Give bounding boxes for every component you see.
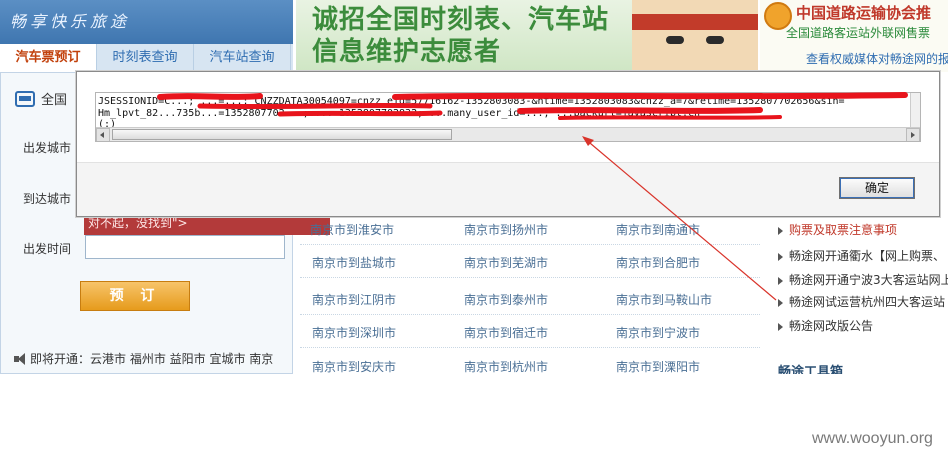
coming-soon-label: 即将开通： <box>30 352 91 366</box>
table-row: 南京市到安庆市 南京市到杭州市 南京市到溧阳市 <box>300 352 760 374</box>
mascot-eye <box>666 36 684 44</box>
tab-station[interactable]: 汽车站查询 <box>194 44 291 72</box>
route-link[interactable]: 南京市到合肥市 <box>616 254 700 271</box>
route-link[interactable]: 南京市到宁波市 <box>616 324 700 341</box>
scope-label: 全国 <box>41 93 68 108</box>
arrival-city-label: 到达城市 <box>23 192 72 206</box>
tab-timetable[interactable]: 时刻表查询 <box>97 44 194 72</box>
route-link[interactable]: 南京市到扬州市 <box>464 221 548 238</box>
route-link[interactable]: 南京市到南通市 <box>616 221 700 238</box>
cookie-text-line: Hm_lpvt_82...735b...=1352807702...; ...=… <box>98 108 701 119</box>
route-link[interactable]: 南京市到马鞍山市 <box>616 291 712 308</box>
table-row: 南京市到深圳市 南京市到宿迁市 南京市到宁波市 <box>300 318 760 348</box>
scroll-left-icon[interactable] <box>96 128 110 141</box>
mascot-eye <box>706 36 724 44</box>
media-report-link[interactable]: 查看权威媒体对畅途网的报 <box>806 50 948 67</box>
route-link[interactable]: 南京市到安庆市 <box>312 358 396 374</box>
bullet-icon <box>778 252 783 261</box>
list-item[interactable]: 畅途网改版公告 <box>778 317 873 343</box>
route-link[interactable]: 南京市到芜湖市 <box>464 254 548 271</box>
list-item[interactable]: 畅途网试运营杭州四大客运站 <box>778 293 945 319</box>
dialog-body: JSESSIONID=C...; ...=...; CNZZDATA300540… <box>77 72 939 162</box>
route-link[interactable]: 南京市到盐城市 <box>312 254 396 271</box>
book-button[interactable]: 预 订 <box>80 281 190 311</box>
table-row: 南京市到江阴市 南京市到泰州市 南京市到马鞍山市 <box>300 285 760 315</box>
news-title: 畅途网试运营杭州四大客运站 <box>789 295 946 309</box>
bullet-icon <box>778 322 783 331</box>
bullet-icon <box>778 276 783 285</box>
watermark: www.wooyun.org <box>812 430 933 447</box>
news-title: 购票及取票注意事项 <box>789 223 898 237</box>
route-link[interactable]: 南京市到江阴市 <box>312 291 396 308</box>
coming-soon: 即将开通： 云港市 福州市 益阳市 宜城市 南京 <box>14 350 273 367</box>
departure-time-label: 出发时间 <box>23 242 72 256</box>
route-link[interactable]: 南京市到泰州市 <box>464 291 548 308</box>
table-row: 南京市到淮安市 南京市到扬州市 南京市到南通市 <box>300 215 760 245</box>
horizontal-scrollbar[interactable] <box>96 127 920 141</box>
screenshot: 畅享快乐旅途 汽车票预订 时刻表查询 汽车站查询 全国 出发城市 到达城市 出发… <box>0 0 948 374</box>
mascot-headband <box>632 14 758 30</box>
dialog-footer: 确定 <box>77 162 939 216</box>
banner-text: 诚招全国时刻表、汽车站 信息维护志愿者 <box>312 4 609 68</box>
bus-icon <box>15 90 35 107</box>
scope-radio[interactable]: 全国 <box>15 89 67 108</box>
association-banner[interactable]: 中国道路运输协会推 全国道路客运站外联网售票 查看权威媒体对畅途网的报 <box>760 0 948 72</box>
scroll-right-icon[interactable] <box>906 128 920 141</box>
list-item[interactable]: 畅途网开通衢水【网上购票、 <box>778 247 945 273</box>
logo-text: 畅享快乐旅途 <box>10 12 131 31</box>
news-title: 畅途网改版公告 <box>789 319 874 333</box>
association-subtitle: 全国道路客运站外联网售票 <box>786 26 931 40</box>
ok-button[interactable]: 确定 <box>839 177 915 199</box>
booking-tabs: 汽车票预订 时刻表查询 汽车站查询 <box>0 44 293 72</box>
news-title: 畅途网开通衢水【网上购票、 <box>789 249 946 263</box>
route-link[interactable]: 南京市到宿迁市 <box>464 324 548 341</box>
scrollbar-thumb[interactable] <box>112 129 452 140</box>
vertical-scrollbar[interactable] <box>910 93 920 127</box>
departure-city-label: 出发城市 <box>23 141 72 155</box>
route-link[interactable]: 南京市到溧阳市 <box>616 358 700 374</box>
banner-line-2: 信息维护志愿者 <box>312 37 502 67</box>
logo-band: 畅享快乐旅途 <box>0 0 293 44</box>
tools-heading: 畅途工具箱 <box>778 365 844 374</box>
bullet-icon <box>778 298 783 307</box>
speaker-icon <box>14 352 26 365</box>
bullet-icon <box>778 226 783 235</box>
table-row: 南京市到盐城市 南京市到芜湖市 南京市到合肥市 <box>300 248 760 278</box>
route-link[interactable]: 南京市到深圳市 <box>312 324 396 341</box>
cookie-textbox[interactable]: JSESSIONID=C...; ...=...; CNZZDATA300540… <box>95 92 921 142</box>
list-item[interactable]: 购票及取票注意事项 <box>778 221 897 247</box>
alert-dialog: JSESSIONID=C...; ...=...; CNZZDATA300540… <box>76 71 940 217</box>
banner-line-1: 诚招全国时刻表、汽车站 <box>312 5 610 35</box>
news-title: 畅途网开通宁波3大客运站网上 <box>789 273 948 287</box>
association-title: 中国道路运输协会推 <box>796 4 932 22</box>
tab-bus-ticket[interactable]: 汽车票预订 <box>0 44 97 72</box>
coming-soon-cities[interactable]: 云港市 福州市 益阳市 宜城市 南京 <box>90 350 273 367</box>
banner-mascot <box>632 0 758 72</box>
route-link[interactable]: 南京市到杭州市 <box>464 358 548 374</box>
departure-time-input[interactable] <box>85 235 285 259</box>
route-link[interactable]: 南京市到淮安市 <box>310 221 394 238</box>
